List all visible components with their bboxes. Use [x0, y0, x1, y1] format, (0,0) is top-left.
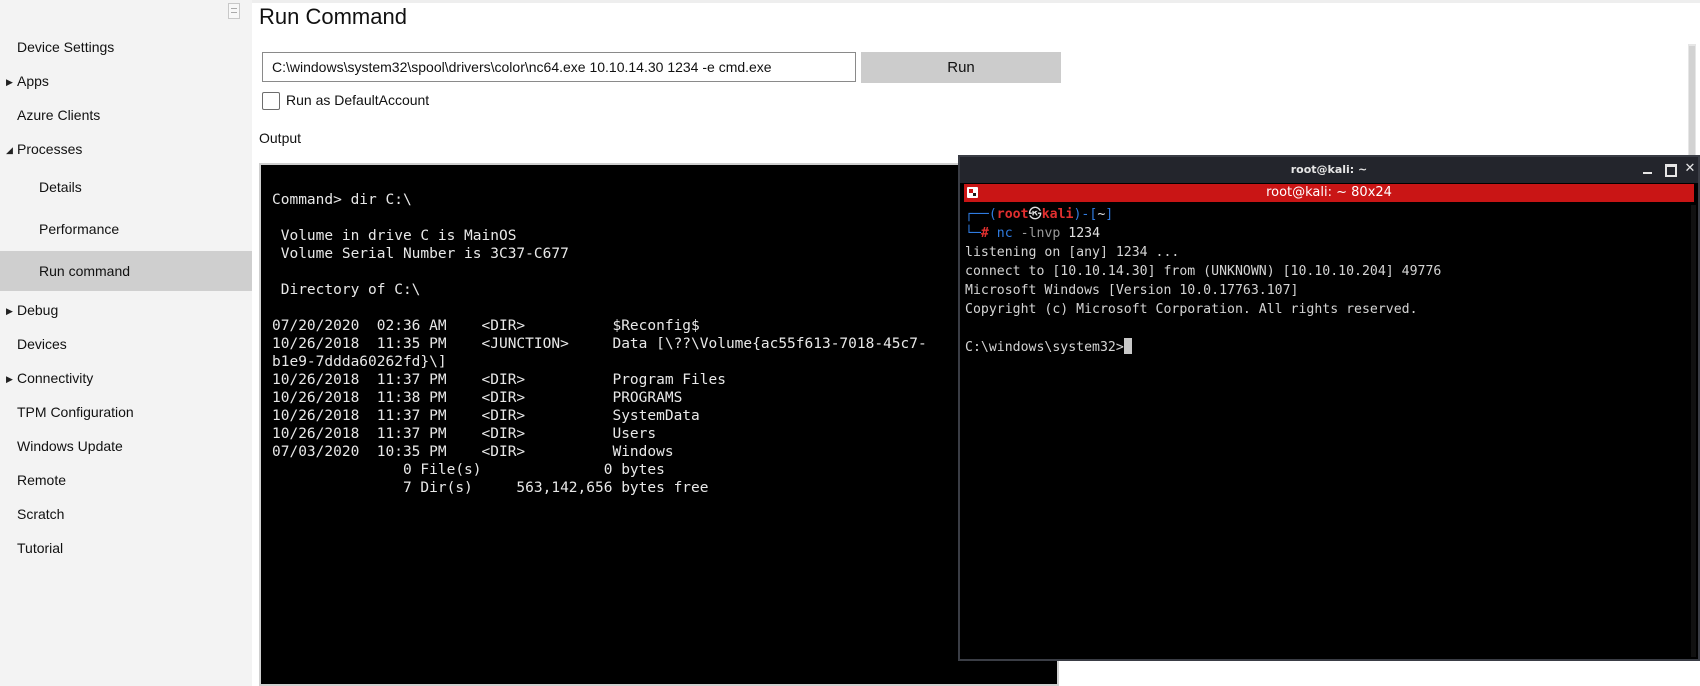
- sidebar-item-label: Details: [39, 179, 82, 195]
- terminal-prompt-line-2: └─# nc -lnvp 1234: [965, 226, 1101, 241]
- terminal-scrollbar[interactable]: [1691, 205, 1696, 657]
- sidebar-item-label: Tutorial: [17, 540, 64, 556]
- output-line: Volume in drive C is MainOS: [272, 228, 517, 244]
- sidebar-item-label: Performance: [39, 221, 120, 237]
- terminal-output: listening on [any] 1234 ... connect to [1…: [965, 243, 1441, 338]
- command-input[interactable]: [262, 52, 856, 82]
- output-line: 0 File(s) 0 bytes: [272, 462, 665, 478]
- sidebar-item-azure-clients[interactable]: Azure Clients: [0, 98, 252, 132]
- output-line: 07/20/2020 02:36 AM <DIR> $Reconfig$: [272, 318, 700, 334]
- output-line: Directory of C:\: [272, 282, 421, 298]
- terminal-lines: ┌──(root㉿kali)-[~] └─# nc -lnvp 1234 liste…: [965, 205, 1441, 357]
- output-line: Volume Serial Number is 3C37-C677: [272, 246, 569, 262]
- shell-prompt: C:\windows\system32>: [965, 340, 1124, 355]
- output-line: 10/26/2018 11:37 PM <DIR> Program Files: [272, 372, 726, 388]
- sidebar-item-devices[interactable]: Devices: [0, 327, 252, 361]
- output-console: Command> dir C:\ Volume in drive C is Ma…: [259, 163, 1059, 686]
- expand-arrow-icon[interactable]: ▶: [6, 301, 13, 321]
- sidebar-item-debug[interactable]: ▶ Debug: [0, 293, 252, 327]
- terminal-tab[interactable]: root@kali: ~ 80x24: [964, 184, 1694, 202]
- sidebar-item-label: Connectivity: [17, 370, 94, 386]
- output-label: Output: [259, 130, 302, 146]
- sidebar-item-label: Azure Clients: [17, 107, 101, 123]
- prompt-user: root: [996, 207, 1029, 222]
- collapse-sidebar-icon[interactable]: [228, 3, 240, 19]
- sidebar-item-label: Remote: [17, 472, 67, 488]
- terminal-tab-title: root@kali: ~ 80x24: [1266, 185, 1392, 200]
- terminal-output-line: Copyright (c) Microsoft Corporation. All…: [965, 302, 1418, 317]
- output-line: 7 Dir(s) 563,142,656 bytes free: [272, 480, 709, 496]
- sidebar-item-processes[interactable]: ◢ Processes: [0, 132, 252, 166]
- run-button[interactable]: Run: [861, 52, 1061, 83]
- prompt-hash: #: [980, 226, 989, 241]
- sidebar-item-label: Processes: [17, 141, 83, 157]
- output-line: 10/26/2018 11:37 PM <DIR> Users: [272, 426, 657, 442]
- expand-arrow-icon[interactable]: ▶: [6, 369, 13, 389]
- command-name: nc: [996, 226, 1013, 241]
- output-text: Command> dir C:\ Volume in drive C is Ma…: [272, 191, 927, 497]
- sidebar-item-label: TPM Configuration: [17, 404, 134, 420]
- terminal-cursor: [1123, 338, 1132, 354]
- command-arg: 1234: [1068, 226, 1101, 241]
- sidebar-item-label: Devices: [17, 336, 67, 352]
- sidebar: Device Settings ▶ Apps Azure Clients ◢ Proces…: [0, 0, 252, 686]
- sidebar-item-connectivity[interactable]: ▶ Connectivity: [0, 361, 252, 395]
- sidebar-item-performance[interactable]: Performance: [0, 212, 252, 246]
- sidebar-item-run-command[interactable]: Run command: [0, 251, 252, 291]
- output-line: b1e9-7ddda60262fd}\]: [272, 354, 447, 370]
- sidebar-item-label: Apps: [17, 73, 49, 89]
- output-line: 10/26/2018 11:37 PM <DIR> SystemData: [272, 408, 700, 424]
- output-line: Command> dir C:\: [272, 192, 412, 208]
- sidebar-item-label: Run command: [39, 263, 131, 279]
- sidebar-item-scratch[interactable]: Scratch: [0, 497, 252, 531]
- sidebar-item-label: Scratch: [17, 506, 65, 522]
- sidebar-item-tpm-configuration[interactable]: TPM Configuration: [0, 395, 252, 429]
- terminal-body[interactable]: ┌──(root㉿kali)-[~] └─# nc -lnvp 1234 liste…: [965, 205, 1691, 657]
- sidebar-item-label: Debug: [17, 302, 59, 318]
- output-line: 10/26/2018 11:35 PM <JUNCTION> Data [\??…: [272, 336, 927, 352]
- sidebar-item-device-settings[interactable]: Device Settings: [0, 30, 252, 64]
- sidebar-item-remote[interactable]: Remote: [0, 463, 252, 497]
- sidebar-item-tutorial[interactable]: Tutorial: [0, 531, 252, 565]
- terminal-window[interactable]: root@kali: ~ ✕ root@kali: ~ 80x24 ┌──(ro…: [958, 155, 1700, 661]
- expand-arrow-icon[interactable]: ▶: [6, 72, 13, 92]
- terminal-output-line: Microsoft Windows [Version 10.0.17763.10…: [965, 283, 1299, 298]
- terminal-window-title: root@kali: ~: [1290, 163, 1368, 176]
- page-title: Run Command: [259, 4, 407, 29]
- sidebar-item-windows-update[interactable]: Windows Update: [0, 429, 252, 463]
- terminal-output-line: listening on [any] 1234 ...: [965, 245, 1180, 260]
- prompt-host: kali: [1041, 207, 1074, 222]
- run-as-default-account-checkbox[interactable]: [262, 92, 280, 110]
- sidebar-item-details[interactable]: Details: [0, 170, 252, 204]
- terminal-shell-prompt-line: C:\windows\system32>: [965, 338, 1441, 357]
- minimize-icon[interactable]: [1640, 161, 1656, 177]
- sidebar-item-label: Windows Update: [17, 438, 123, 454]
- terminal-titlebar[interactable]: root@kali: ~ ✕: [960, 157, 1698, 183]
- command-flags: -lnvp: [1020, 226, 1061, 241]
- run-as-default-account-label: Run as DefaultAccount: [286, 92, 430, 108]
- terminal-output-line: connect to [10.10.14.30] from (UNKNOWN) …: [965, 264, 1442, 279]
- prompt-skull-icon: ㉿: [1028, 207, 1042, 222]
- output-line: 10/26/2018 11:38 PM <DIR> PROGRAMS: [272, 390, 683, 406]
- expand-arrow-icon[interactable]: ◢: [6, 140, 13, 160]
- sidebar-item-label: Device Settings: [17, 39, 115, 55]
- terminal-prompt-line-1: ┌──(root㉿kali)-[~]: [965, 207, 1114, 222]
- close-icon[interactable]: ✕: [1682, 161, 1698, 177]
- top-strip: [252, 0, 1700, 3]
- sidebar-item-apps[interactable]: ▶ Apps: [0, 64, 252, 98]
- maximize-icon[interactable]: [1662, 161, 1678, 177]
- output-line: 07/03/2020 10:35 PM <DIR> Windows: [272, 444, 674, 460]
